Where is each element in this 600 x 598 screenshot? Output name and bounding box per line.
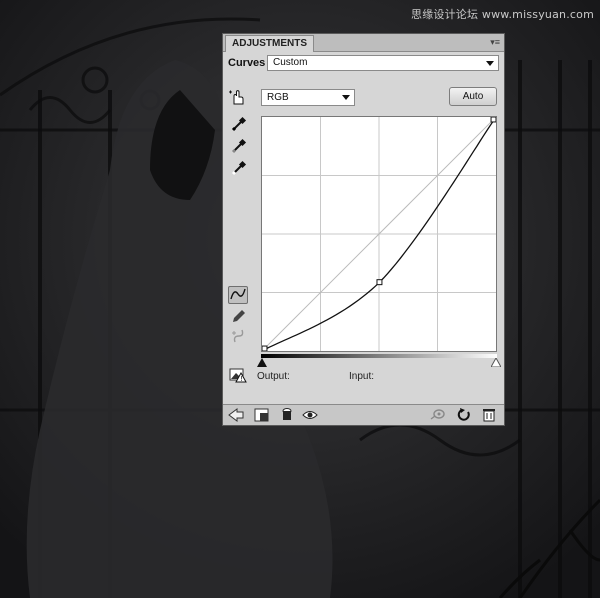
previous-state-icon[interactable] <box>430 408 446 422</box>
channel-dropdown[interactable]: RGB <box>261 89 355 106</box>
panel-menu-icon[interactable]: ▾≡ <box>490 36 500 48</box>
curve-control-point[interactable] <box>490 117 496 123</box>
curve-control-point[interactable] <box>376 279 383 286</box>
panel-titlebar[interactable]: ADJUSTMENTS ▾≡ <box>223 34 504 52</box>
auto-button[interactable]: Auto <box>449 87 497 106</box>
channel-value: RGB <box>267 92 289 103</box>
trash-icon[interactable] <box>481 408 497 422</box>
clipping-warning-icon[interactable]: ! <box>228 367 248 385</box>
tab-adjustments[interactable]: ADJUSTMENTS <box>225 35 315 52</box>
smooth-curve-icon[interactable] <box>229 328 249 346</box>
preset-value: Custom <box>273 57 308 68</box>
clip-layer-icon[interactable] <box>279 408 295 422</box>
white-point-slider[interactable] <box>491 358 501 367</box>
input-label: Input: <box>349 371 375 382</box>
curve-tool-icon[interactable] <box>228 286 248 304</box>
back-arrow-icon[interactable] <box>228 408 244 422</box>
adjustment-type-label: Curves <box>228 57 266 69</box>
eyedropper-white-icon[interactable] <box>229 160 249 178</box>
svg-text:!: ! <box>240 375 243 383</box>
reset-icon[interactable] <box>456 408 472 422</box>
black-point-slider[interactable] <box>257 358 267 367</box>
chevron-down-icon <box>486 61 494 66</box>
curves-graph[interactable] <box>261 116 497 352</box>
eyedropper-gray-icon[interactable] <box>229 138 249 156</box>
preset-dropdown[interactable]: Custom <box>267 55 499 71</box>
curve-control-point[interactable] <box>262 345 268 351</box>
pencil-icon[interactable] <box>229 308 249 326</box>
input-gradient-bar <box>261 354 497 358</box>
output-label: Output: <box>257 371 290 382</box>
hand-target-icon[interactable] <box>227 89 247 107</box>
eye-icon[interactable] <box>302 408 318 422</box>
eyedropper-black-icon[interactable] <box>229 116 249 134</box>
watermark-text: 思缘设计论坛 www.missyuan.com <box>411 8 594 21</box>
expand-view-icon[interactable] <box>254 408 270 422</box>
adjustments-panel: ADJUSTMENTS ▾≡ Curves Custom RGB Auto ! … <box>222 33 505 426</box>
panel-bottom-bar <box>223 404 504 425</box>
chevron-down-icon <box>342 95 350 100</box>
